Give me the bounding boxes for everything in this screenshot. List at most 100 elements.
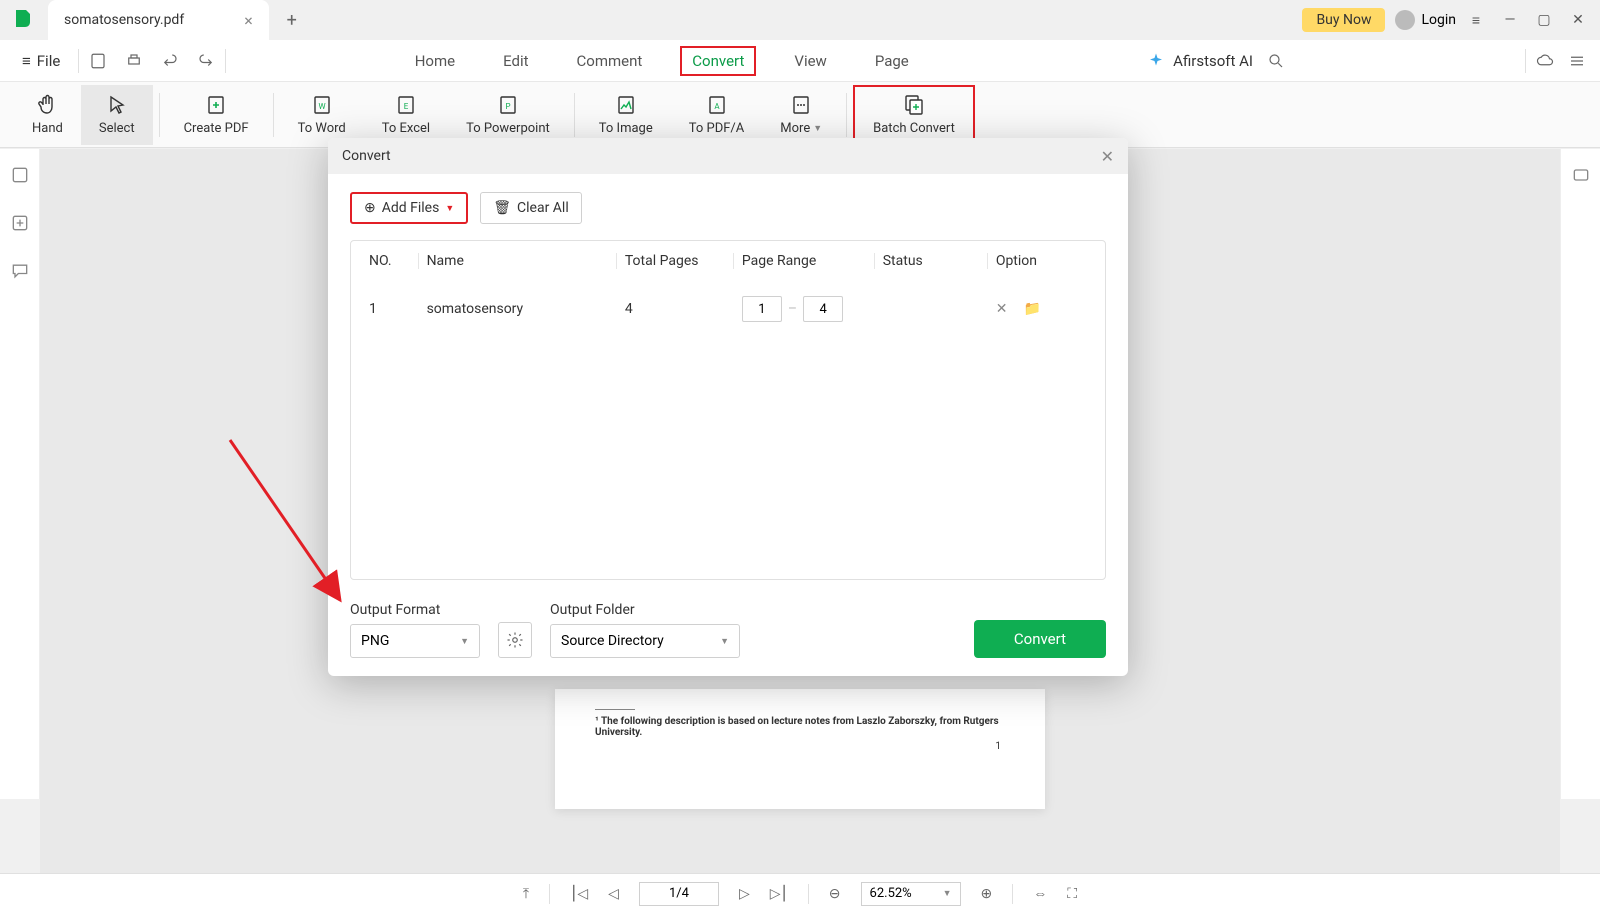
header-name: Name [419,253,617,269]
select-label: Select [99,121,135,136]
output-folder-select[interactable]: Source Directory ▼ [550,624,740,658]
output-folder-label: Output Folder [550,602,740,618]
hamburger-icon[interactable]: ≡ [1468,12,1484,28]
login-button[interactable]: Login [1395,10,1456,30]
scroll-top-icon[interactable]: ⤒ [523,886,529,902]
fit-width-icon[interactable]: ⇔ [1033,885,1047,902]
tab-view[interactable]: View [784,46,836,76]
more-tool[interactable]: More▼ [762,85,840,145]
ai-label: Afirstsoft AI [1173,52,1253,70]
svg-text:E: E [404,102,409,111]
more-label: More [780,121,810,136]
to-ppt-tool[interactable]: P To Powerpoint [448,85,568,145]
word-icon: W [310,93,334,117]
file-menu[interactable]: ≡ File [14,48,68,74]
to-image-label: To Image [599,121,653,136]
zoom-out-icon[interactable]: ⊖ [829,886,841,902]
table-row: 1 somatosensory 4 – ✕ 📁 [351,282,1105,336]
cell-no: 1 [369,301,419,317]
convert-button[interactable]: Convert [974,620,1106,658]
tab-edit[interactable]: Edit [493,46,538,76]
range-from-input[interactable] [742,296,782,322]
trash-icon: 🗑 [493,200,511,216]
output-format-value: PNG [361,633,389,649]
svg-text:P: P [505,102,510,111]
hand-tool[interactable]: Hand [14,85,81,145]
create-pdf-tool[interactable]: Create PDF [166,85,267,145]
panel-toggle-icon[interactable] [1571,165,1591,185]
to-word-tool[interactable]: W To Word [280,85,364,145]
bookmarks-icon[interactable] [10,213,30,233]
add-files-button[interactable]: ⊕ Add Files ▼ [350,192,468,224]
app-logo [12,8,36,32]
settings-button[interactable] [498,622,532,658]
cell-pages: 4 [617,301,734,317]
table-header: NO. Name Total Pages Page Range Status O… [351,241,1105,282]
dialog-close-icon[interactable]: ✕ [1101,147,1114,166]
zoom-in-icon[interactable]: ⊕ [981,886,993,902]
batch-label: Batch Convert [873,121,955,136]
to-image-tool[interactable]: To Image [581,85,671,145]
maximize-icon[interactable]: ▢ [1536,12,1552,28]
cell-name: somatosensory [419,301,617,317]
new-tab-button[interactable]: + [277,5,307,35]
tab-title: somatosensory.pdf [64,12,184,28]
right-sidebar [1560,149,1600,799]
redo-icon[interactable] [197,52,215,70]
more-icon [789,93,813,117]
footnote-text: ¹ The following description is based on … [595,716,1005,738]
ai-button[interactable]: Afirstsoft AI [1147,52,1253,70]
output-format-select[interactable]: PNG ▼ [350,624,480,658]
tab-home[interactable]: Home [405,46,465,76]
to-word-label: To Word [298,121,346,136]
cloud-icon[interactable] [1536,52,1554,70]
tab-page[interactable]: Page [865,46,919,76]
thumbnails-icon[interactable] [10,165,30,185]
hand-label: Hand [32,121,63,136]
chevron-down-icon: ▼ [460,636,469,647]
menubar: ≡ File Home Edit Comment Convert View Pa… [0,40,1600,82]
next-page-icon[interactable]: ▷ [739,886,750,902]
tab-comment[interactable]: Comment [567,46,653,76]
buy-now-button[interactable]: Buy Now [1302,8,1385,32]
document-page: ¹ The following description is based on … [555,689,1045,809]
create-pdf-icon [204,93,228,117]
remove-row-icon[interactable]: ✕ [996,301,1008,317]
page-input[interactable] [639,882,719,906]
fit-page-icon[interactable]: ⛶ [1067,886,1077,902]
minimize-icon[interactable]: — [1502,12,1518,28]
chevron-down-icon: ▼ [813,123,822,134]
close-tab-icon[interactable]: × [244,11,253,30]
open-folder-icon[interactable]: 📁 [1024,301,1041,317]
login-label: Login [1421,12,1456,28]
chevron-down-icon: ▼ [720,636,729,647]
print-icon[interactable] [125,52,143,70]
file-label: File [37,52,61,70]
to-excel-tool[interactable]: E To Excel [364,85,448,145]
batch-convert-tool[interactable]: Batch Convert [853,85,975,145]
prev-page-icon[interactable]: ◁ [608,886,619,902]
header-range: Page Range [734,253,875,269]
header-no: NO. [369,253,419,269]
more-menu-icon[interactable] [1568,52,1586,70]
range-to-input[interactable] [803,296,843,322]
plus-circle-icon: ⊕ [364,200,376,216]
dialog-header[interactable]: Convert ✕ [328,138,1128,174]
page-number: 1 [995,741,1001,752]
to-pdfa-tool[interactable]: A To PDF/A [671,85,763,145]
zoom-select[interactable]: 62.52% ▼ [861,882,961,906]
statusbar: ⤒ ⎮◁ ◁ ▷ ▷⎮ ⊖ 62.52% ▼ ⊕ ⇔ ⛶ [0,873,1600,913]
range-dash: – [788,301,797,317]
close-window-icon[interactable]: ✕ [1570,12,1586,28]
output-folder-value: Source Directory [561,633,664,649]
save-icon[interactable] [89,52,107,70]
first-page-icon[interactable]: ⎮◁ [570,886,588,902]
undo-icon[interactable] [161,52,179,70]
document-tab[interactable]: somatosensory.pdf × [48,0,269,40]
tab-convert[interactable]: Convert [680,46,756,76]
comments-icon[interactable] [10,261,30,281]
clear-all-button[interactable]: 🗑 Clear All [480,192,582,224]
select-tool[interactable]: Select [81,85,153,145]
search-icon[interactable] [1267,52,1285,70]
last-page-icon[interactable]: ▷⎮ [770,886,788,902]
